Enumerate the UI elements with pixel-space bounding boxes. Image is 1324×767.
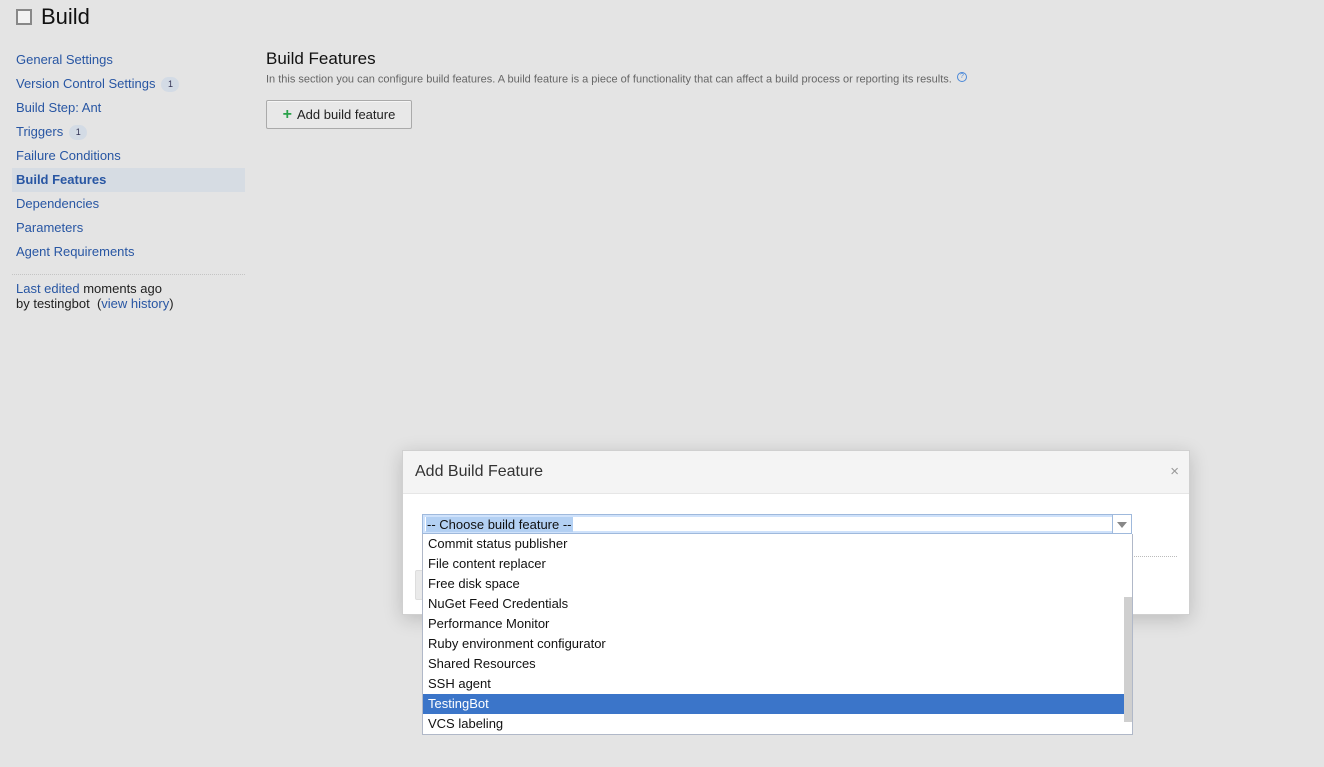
last-edited-when: moments ago bbox=[79, 281, 162, 296]
sidebar-item-agent-requirements[interactable]: Agent Requirements bbox=[12, 240, 245, 264]
build-feature-select[interactable]: -- Choose build feature -- bbox=[422, 514, 1132, 534]
sidebar-item-failure-conditions[interactable]: Failure Conditions bbox=[12, 144, 245, 168]
section-heading: Build Features bbox=[266, 49, 376, 68]
close-icon[interactable]: × bbox=[1170, 463, 1179, 480]
sidebar-item-general-settings[interactable]: General Settings bbox=[12, 48, 245, 72]
chevron-down-icon bbox=[1117, 522, 1127, 528]
view-history-link[interactable]: view history bbox=[101, 296, 169, 311]
sidebar-item-label: Dependencies bbox=[16, 196, 100, 211]
sidebar-item-build-features[interactable]: Build Features bbox=[12, 168, 245, 192]
sidebar-item-triggers[interactable]: Triggers 1 bbox=[12, 120, 245, 144]
page-title-text: Build bbox=[41, 4, 90, 29]
build-status-icon bbox=[16, 9, 32, 25]
sidebar-item-label: Build Features bbox=[16, 172, 107, 187]
help-icon[interactable]: ? bbox=[956, 72, 967, 82]
add-build-feature-label: Add build feature bbox=[297, 107, 396, 122]
main-content: Build Features In this section you can c… bbox=[266, 48, 967, 129]
dropdown-option[interactable]: Commit status publisher bbox=[423, 534, 1124, 554]
dropdown-option[interactable]: File content replacer bbox=[423, 554, 1124, 574]
sidebar-item-build-step-ant[interactable]: Build Step: Ant bbox=[12, 96, 245, 120]
page-title: Build bbox=[16, 4, 90, 30]
plus-icon: + bbox=[282, 105, 293, 123]
sidebar-item-label: Triggers bbox=[16, 124, 64, 139]
sidebar-item-label: Failure Conditions bbox=[16, 148, 121, 163]
sidebar-item-label: Version Control Settings bbox=[16, 76, 156, 91]
dropdown-option[interactable]: TestingBot bbox=[423, 694, 1124, 714]
dropdown-option[interactable]: VCS labeling bbox=[423, 714, 1124, 734]
select-toggle[interactable] bbox=[1112, 515, 1131, 533]
dropdown-scrollbar[interactable] bbox=[1124, 597, 1132, 722]
add-build-feature-button[interactable]: + Add build feature bbox=[266, 100, 412, 129]
last-edited-link[interactable]: Last edited bbox=[16, 281, 80, 296]
dialog-header: Add Build Feature × bbox=[403, 451, 1189, 494]
sidebar-divider bbox=[12, 274, 245, 275]
count-badge: 1 bbox=[69, 124, 88, 140]
sidebar-item-dependencies[interactable]: Dependencies bbox=[12, 192, 245, 216]
sidebar: General Settings Version Control Settings… bbox=[12, 48, 245, 311]
dropdown-option[interactable]: NuGet Feed Credentials bbox=[423, 594, 1124, 614]
dropdown-option[interactable]: Performance Monitor bbox=[423, 614, 1124, 634]
section-description: In this section you can configure build … bbox=[266, 72, 967, 86]
select-value: -- Choose build feature -- bbox=[426, 517, 573, 532]
sidebar-item-label: Build Step: Ant bbox=[16, 100, 102, 115]
last-edited-by: by testingbot bbox=[16, 296, 90, 311]
dropdown-option[interactable]: SSH agent bbox=[423, 674, 1124, 694]
last-edited-info: Last edited moments ago by testingbot (v… bbox=[16, 281, 174, 311]
sidebar-item-label: General Settings bbox=[16, 52, 113, 67]
sidebar-item-label: Agent Requirements bbox=[16, 244, 135, 259]
dropdown-option[interactable]: Ruby environment configurator bbox=[423, 634, 1124, 654]
sidebar-item-label: Parameters bbox=[16, 220, 84, 235]
description-text: In this section you can configure build … bbox=[266, 73, 952, 86]
dropdown-option[interactable]: Free disk space bbox=[423, 574, 1124, 594]
sidebar-item-parameters[interactable]: Parameters bbox=[12, 216, 245, 240]
dialog-title: Add Build Feature bbox=[415, 463, 544, 480]
build-feature-dropdown-list: Commit status publisher File content repl… bbox=[422, 534, 1133, 735]
dropdown-option[interactable]: Shared Resources bbox=[423, 654, 1124, 674]
count-badge: 1 bbox=[161, 76, 180, 92]
sidebar-item-version-control-settings[interactable]: Version Control Settings 1 bbox=[12, 72, 245, 96]
